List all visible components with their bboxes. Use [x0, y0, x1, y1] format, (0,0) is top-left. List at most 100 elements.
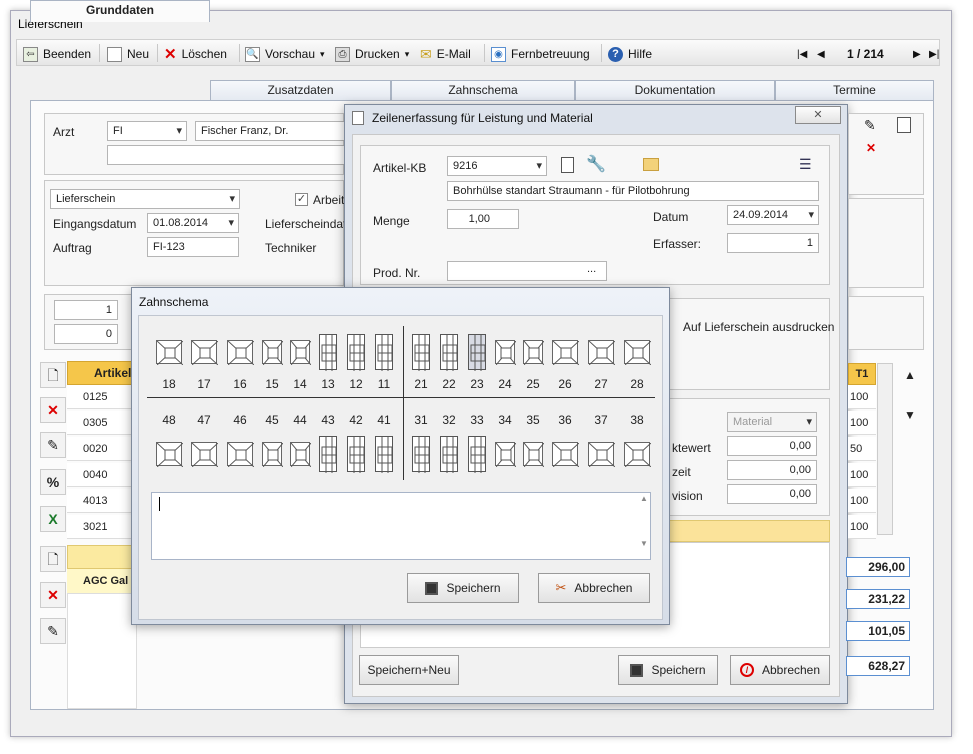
edit-icon[interactable]: ✎	[864, 117, 876, 134]
beenden-button[interactable]: ⇦ Beenden	[23, 44, 91, 64]
grid-scrollbar[interactable]	[877, 363, 893, 535]
bridge-tooth[interactable]	[412, 436, 430, 473]
drucken-button[interactable]: ⎙ Drucken ▾	[335, 44, 409, 64]
fernbetreuung-button[interactable]: ◉ Fernbetreuung	[491, 44, 590, 64]
percent-icon[interactable]: %	[40, 469, 66, 495]
artikel-text-field[interactable]: Bohrhülse standart Straumann - für Pilot…	[447, 181, 819, 201]
zahn-abbrechen-button[interactable]: ✂ Abbrechen	[538, 573, 650, 603]
bridge-tooth[interactable]	[440, 436, 458, 473]
last-record-button[interactable]: ▶|	[929, 44, 939, 64]
zeit-field[interactable]: 0,00	[727, 460, 817, 480]
tooth-icon[interactable]	[552, 340, 579, 365]
bridge-tooth[interactable]	[347, 436, 365, 473]
agc-row[interactable]: AGC Gal	[67, 569, 137, 593]
bridge-tooth[interactable]	[375, 334, 393, 371]
arzt-code-select[interactable]: FI	[107, 121, 187, 141]
zahnschema-note-field[interactable]	[151, 492, 651, 560]
artikel-kb-select[interactable]: 9216	[447, 156, 547, 176]
tooth-icon[interactable]	[290, 442, 311, 467]
tooth-icon[interactable]	[523, 340, 544, 365]
tab-grunddaten[interactable]: Grunddaten	[30, 0, 210, 22]
table-row[interactable]: 4013	[67, 489, 137, 513]
tooth-icon[interactable]	[290, 340, 311, 365]
table-row[interactable]: 0305	[67, 411, 137, 435]
tooth-icon[interactable]	[191, 442, 218, 467]
spin2-field[interactable]: 0	[54, 324, 118, 344]
datum-field[interactable]: 24.09.2014	[727, 205, 819, 225]
edit-position-icon[interactable]: ✎	[40, 618, 66, 644]
prev-record-button[interactable]: ◀	[817, 44, 825, 64]
wrench-icon[interactable]: 🔧	[586, 154, 606, 174]
bridge-tooth[interactable]	[375, 436, 393, 473]
auftrag-field[interactable]: FI-123	[147, 237, 239, 257]
arbeit-checkbox[interactable]: ✓	[295, 193, 308, 206]
folder-icon[interactable]	[643, 158, 659, 171]
tooth-icon[interactable]	[227, 340, 254, 365]
tooth-icon[interactable]	[156, 442, 183, 467]
tab-zahnschema[interactable]: Zahnschema	[391, 80, 575, 101]
bridge-tooth[interactable]	[468, 334, 486, 371]
loeschen-button[interactable]: ✕ Löschen	[164, 44, 227, 64]
prodnr-field[interactable]	[447, 261, 607, 281]
tooth-icon[interactable]	[588, 442, 615, 467]
new-position-icon[interactable]: 🗋	[40, 546, 66, 572]
table-row[interactable]: 0125	[67, 385, 137, 409]
list-icon[interactable]: ☰	[799, 156, 812, 173]
tab-termine[interactable]: Termine	[775, 80, 934, 101]
bridge-tooth[interactable]	[468, 436, 486, 473]
table-row[interactable]: 0020	[67, 437, 137, 461]
first-record-button[interactable]: |◀	[797, 44, 807, 64]
zahn-speichern-button[interactable]: Speichern	[407, 573, 519, 603]
zeilen-abbrechen-button[interactable]: / Abbrechen	[730, 655, 830, 685]
doctype-select[interactable]: Lieferschein	[50, 189, 240, 209]
tab-dokumentation[interactable]: Dokumentation	[575, 80, 775, 101]
provision-field[interactable]: 0,00	[727, 484, 817, 504]
prodnr-browse-button[interactable]: ...	[587, 263, 596, 275]
punktwert-field[interactable]: 0,00	[727, 436, 817, 456]
tooth-icon[interactable]	[552, 442, 579, 467]
email-button[interactable]: ✉ E-Mail	[420, 44, 471, 64]
tooth-icon[interactable]	[624, 340, 651, 365]
tooth-icon[interactable]	[624, 442, 651, 467]
menge-field[interactable]: 1,00	[447, 209, 519, 229]
arzt-extra-field[interactable]	[107, 145, 345, 165]
tooth-icon[interactable]	[262, 442, 283, 467]
tooth-icon[interactable]	[156, 340, 183, 365]
table-row[interactable]: 3021	[67, 515, 137, 539]
bridge-tooth[interactable]	[412, 334, 430, 371]
bridge-tooth[interactable]	[319, 436, 337, 473]
new-article-icon[interactable]	[561, 157, 574, 173]
tooth-icon[interactable]	[495, 340, 516, 365]
tooth-icon[interactable]	[588, 340, 615, 365]
table-row[interactable]: 0040	[67, 463, 137, 487]
neu-button[interactable]: Neu	[107, 44, 149, 64]
new-row-icon[interactable]: 🗋	[40, 362, 66, 388]
tooth-icon[interactable]	[495, 442, 516, 467]
erfasser-field[interactable]: 1	[727, 233, 819, 253]
hilfe-button[interactable]: ? Hilfe	[608, 44, 652, 64]
spin1-field[interactable]: 1	[54, 300, 118, 320]
edit-row-icon[interactable]: ✎	[40, 432, 66, 458]
dialog-close-button[interactable]: ✕	[795, 106, 841, 124]
arzt-name-field[interactable]: Fischer Franz, Dr.	[195, 121, 345, 141]
bridge-tooth[interactable]	[440, 334, 458, 371]
delete-position-icon[interactable]: ✕	[40, 582, 66, 608]
move-up-icon[interactable]: ▲	[897, 362, 923, 388]
bridge-tooth[interactable]	[319, 334, 337, 371]
bridge-tooth[interactable]	[347, 334, 365, 371]
tooth-icon[interactable]	[523, 442, 544, 467]
next-record-button[interactable]: ▶	[913, 44, 921, 64]
move-down-icon[interactable]: ▼	[897, 402, 923, 428]
new-icon[interactable]	[897, 117, 911, 133]
zeilen-speichern-button[interactable]: Speichern	[618, 655, 718, 685]
vorschau-button[interactable]: 🔍 Vorschau ▾	[245, 44, 325, 64]
material-select[interactable]: Material	[727, 412, 817, 432]
tooth-icon[interactable]	[262, 340, 283, 365]
note-scrollbar[interactable]: ▲ ▼	[638, 494, 650, 558]
excel-icon[interactable]: X	[40, 506, 66, 532]
tab-zusatzdaten[interactable]: Zusatzdaten	[210, 80, 391, 101]
speichern-neu-button[interactable]: Speichern+Neu	[359, 655, 459, 685]
tooth-icon[interactable]	[227, 442, 254, 467]
clear-icon[interactable]: ✕	[866, 141, 876, 155]
eingangsdatum-field[interactable]: 01.08.2014	[147, 213, 239, 233]
